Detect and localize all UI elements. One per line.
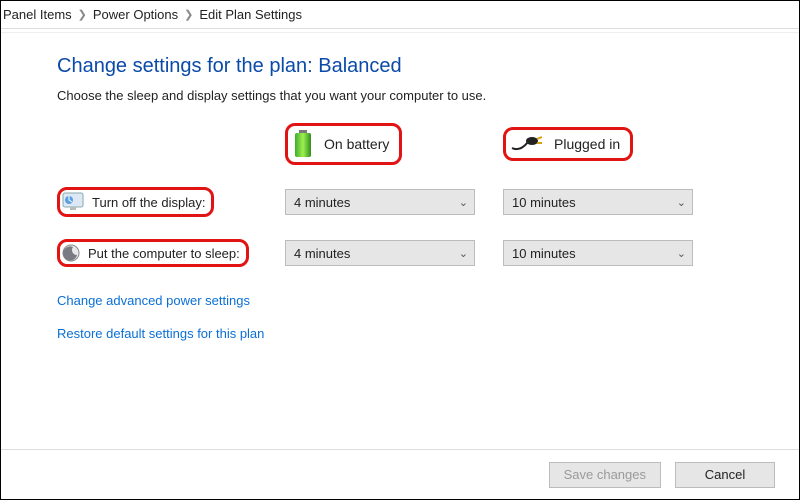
breadcrumb-item[interactable]: Power Options <box>93 7 178 22</box>
link-advanced-settings[interactable]: Change advanced power settings <box>57 293 779 308</box>
chevron-down-icon: ⌄ <box>677 247 686 260</box>
battery-icon <box>292 130 314 158</box>
main-content: Change settings for the plan: Balanced C… <box>1 33 799 369</box>
chevron-down-icon: ⌄ <box>459 196 468 209</box>
breadcrumb-item[interactable]: Panel Items <box>3 7 72 22</box>
column-header-plugged: Plugged in <box>503 127 633 161</box>
row-label-text: Put the computer to sleep: <box>88 246 240 261</box>
monitor-icon <box>62 192 84 212</box>
chevron-right-icon: ❯ <box>184 8 193 21</box>
plug-icon <box>510 134 544 154</box>
settings-grid: On battery Plugged in <box>57 123 779 267</box>
row-label-text: Turn off the display: <box>92 195 205 210</box>
page-title: Change settings for the plan: Balanced <box>57 55 779 78</box>
page-description: Choose the sleep and display settings th… <box>57 88 779 103</box>
select-value: 4 minutes <box>294 246 350 261</box>
link-restore-defaults[interactable]: Restore default settings for this plan <box>57 326 779 341</box>
select-display-battery[interactable]: 4 minutes ⌄ <box>285 189 475 215</box>
breadcrumb-item[interactable]: Edit Plan Settings <box>199 7 302 22</box>
chevron-down-icon: ⌄ <box>677 196 686 209</box>
links-section: Change advanced power settings Restore d… <box>57 293 779 341</box>
select-sleep-battery[interactable]: 4 minutes ⌄ <box>285 240 475 266</box>
save-button[interactable]: Save changes <box>549 462 661 488</box>
select-value: 4 minutes <box>294 195 350 210</box>
select-value: 10 minutes <box>512 195 576 210</box>
chevron-down-icon: ⌄ <box>459 247 468 260</box>
footer-bar: Save changes Cancel <box>1 449 799 499</box>
row-label-display: Turn off the display: <box>57 187 214 217</box>
row-label-sleep: Put the computer to sleep: <box>57 239 249 267</box>
column-header-battery: On battery <box>285 123 402 165</box>
select-sleep-plugged[interactable]: 10 minutes ⌄ <box>503 240 693 266</box>
moon-icon <box>62 244 80 262</box>
chevron-right-icon: ❯ <box>78 8 87 21</box>
select-display-plugged[interactable]: 10 minutes ⌄ <box>503 189 693 215</box>
column-header-label: On battery <box>324 136 389 152</box>
column-header-label: Plugged in <box>554 136 620 152</box>
breadcrumb: Panel Items ❯ Power Options ❯ Edit Plan … <box>1 1 799 29</box>
cancel-button[interactable]: Cancel <box>675 462 775 488</box>
select-value: 10 minutes <box>512 246 576 261</box>
